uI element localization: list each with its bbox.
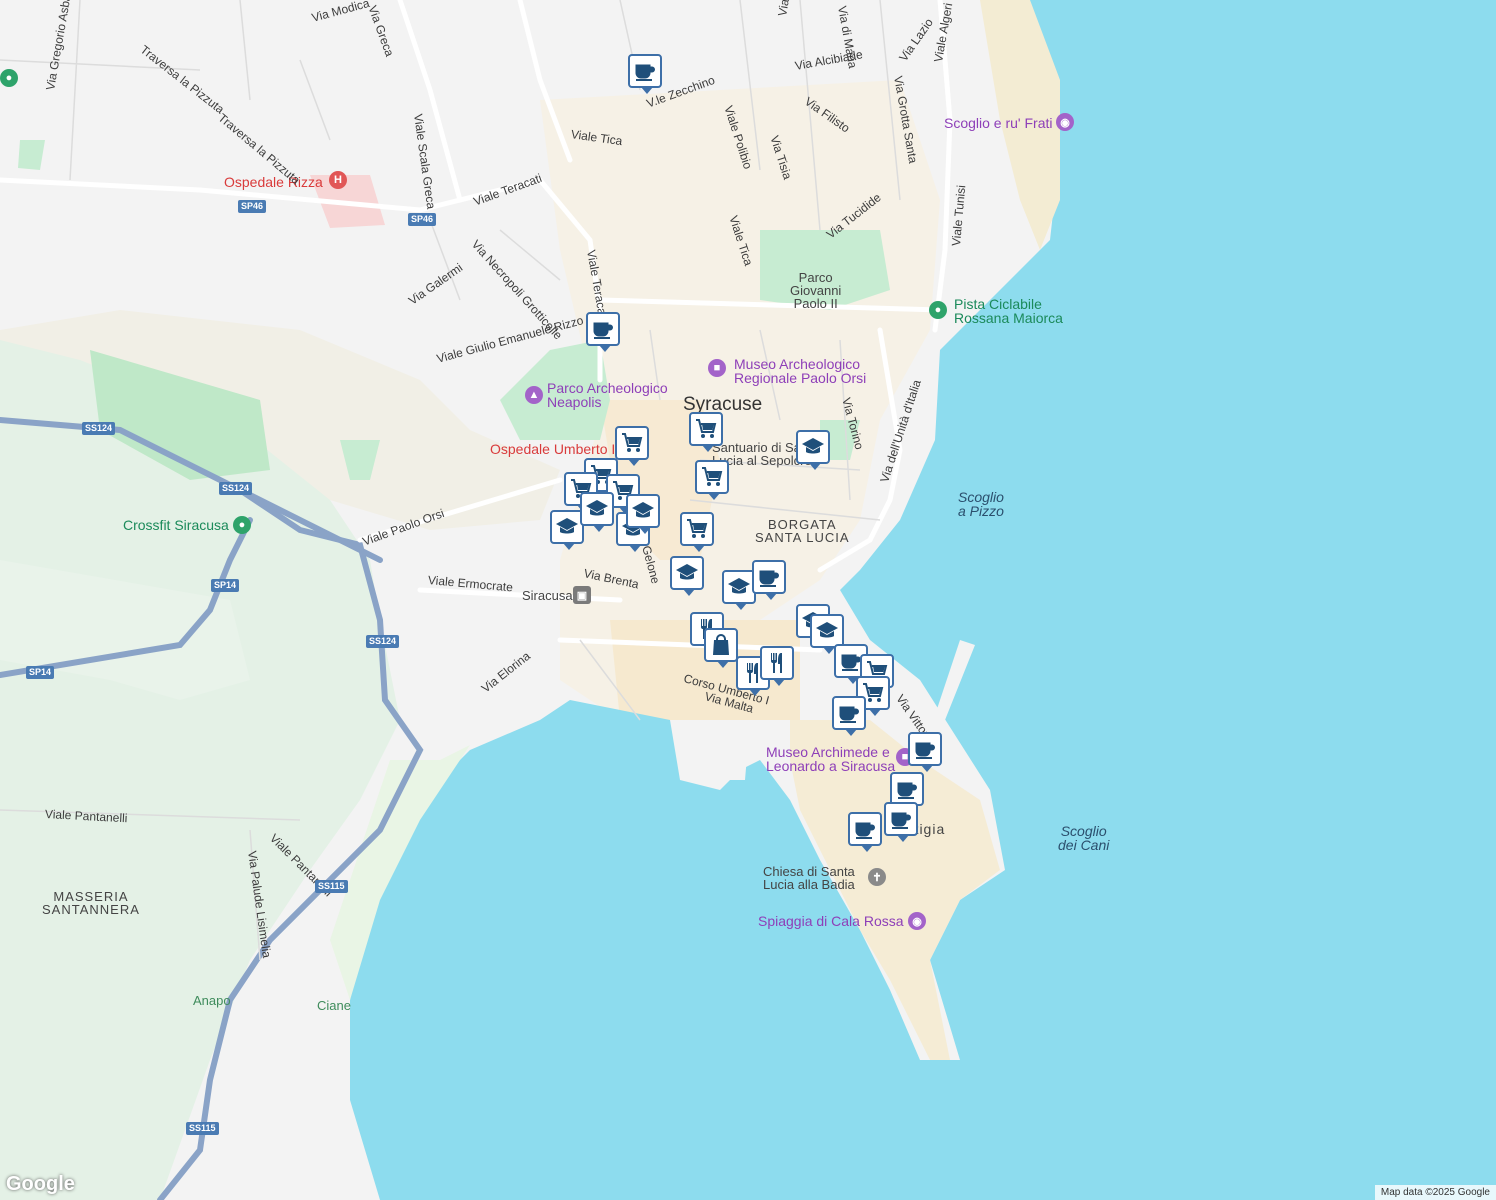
chiesa-label: Chiesa di Santa Lucia alla Badia — [763, 865, 855, 891]
museum-icon: ■ — [708, 359, 726, 377]
camera-icon: ◉ — [1056, 113, 1074, 131]
parco-neapolis-label: Parco Archeologico Neapolis — [547, 381, 668, 409]
parco-gp-line: Paolo II — [793, 296, 838, 311]
cafe-icon — [837, 701, 861, 725]
road-shield: SS115 — [315, 880, 348, 893]
school-icon — [801, 435, 825, 459]
cafe-icon — [913, 737, 937, 761]
cart-icon — [694, 417, 718, 441]
map-marker-cafe[interactable] — [832, 696, 866, 736]
school-icon — [675, 561, 699, 585]
scoglio-cani-line: dei Cani — [1058, 837, 1110, 853]
map-marker-school[interactable] — [670, 556, 704, 596]
pista-ciclabile-label: Pista Ciclabile Rossana Maiorca — [954, 297, 1063, 325]
cart-icon — [700, 465, 724, 489]
scoglio-pizzo-label: Scoglio a Pizzo — [958, 490, 1004, 518]
pista-line: Rossana Maiorca — [954, 310, 1063, 326]
school-icon — [727, 575, 751, 599]
cafe-icon — [895, 777, 919, 801]
masseria-line: SANTANNERA — [42, 902, 140, 917]
museo-orsi-label: Museo Archeologico Regionale Paolo Orsi — [734, 357, 866, 385]
ospedale-umberto-label: Ospedale Umberto I — [490, 441, 616, 457]
cart-icon — [685, 517, 709, 541]
cafe-icon — [633, 59, 657, 83]
map-marker-school[interactable] — [810, 614, 844, 654]
museo-orsi-line: Museo Archeologico — [734, 356, 861, 372]
train-icon: ▣ — [573, 586, 591, 604]
road-shield: SS124 — [82, 422, 116, 435]
map-marker-cafe[interactable] — [752, 560, 786, 600]
scoglio-pizzo-line: a Pizzo — [958, 503, 1004, 519]
cafe-icon — [889, 807, 913, 831]
road-shield: SS124 — [366, 635, 400, 648]
map-marker-cafe[interactable] — [848, 812, 882, 852]
shopping-bag-icon — [709, 633, 733, 657]
scoglio-frati-label: Scoglio e ru' Frati — [944, 115, 1053, 131]
chiesa-line: Lucia alla Badia — [763, 877, 855, 892]
map-marker-cafe[interactable] — [586, 312, 620, 352]
gym-icon: ● — [233, 516, 251, 534]
map-marker-cafe[interactable] — [628, 54, 662, 94]
road-shield: SP14 — [211, 579, 240, 592]
google-logo: Google — [6, 1173, 75, 1195]
map-marker-school[interactable] — [722, 570, 756, 610]
map-marker-restaurant[interactable] — [760, 646, 794, 686]
camera-icon: ◉ — [908, 912, 926, 930]
scoglio-cani-line: Scoglio — [1060, 823, 1107, 839]
road-shield: SS124 — [219, 482, 253, 495]
church-icon: ✝ — [868, 868, 886, 886]
map-marker-school[interactable] — [796, 430, 830, 470]
parco-gp-label: Parco Giovanni Paolo II — [790, 271, 841, 310]
district-label: BORGATA SANTA LUCIA — [755, 518, 850, 544]
cafe-icon — [591, 317, 615, 341]
park-icon: ● — [0, 69, 18, 87]
museo-orsi-line: Regionale Paolo Orsi — [734, 370, 867, 386]
map-marker-cart[interactable] — [689, 412, 723, 452]
crossfit-label: Crossfit Siracusa — [123, 517, 229, 533]
road-shield: SP46 — [408, 213, 437, 226]
map-marker-cafe[interactable] — [884, 802, 918, 842]
road-shield: SP14 — [26, 666, 55, 679]
ospedale-rizza-label: Ospedale Rizza — [224, 174, 323, 190]
map-marker-cafe[interactable] — [890, 772, 924, 812]
parco-neapolis-line: Neapolis — [547, 394, 602, 410]
district-line: SANTA LUCIA — [755, 530, 850, 545]
map-marker-shopping-bag[interactable] — [704, 628, 738, 668]
map-marker-school[interactable] — [550, 510, 584, 550]
museo-archimede-label: Museo Archimede e Leonardo a Siracusa — [766, 745, 895, 773]
parco-neapolis-line: Parco Archeologico — [547, 380, 668, 396]
ciane-label: Ciane — [317, 998, 351, 1013]
hospital-icon: H — [329, 171, 347, 189]
road-shield: SS115 — [186, 1122, 219, 1135]
map-marker-school[interactable] — [626, 494, 660, 534]
map-attribution[interactable]: Map data ©2025 Google — [1374, 1185, 1496, 1200]
map-marker-school[interactable] — [580, 492, 614, 532]
school-icon — [631, 499, 655, 523]
museo-archimede-line: Museo Archimede e — [766, 744, 890, 760]
school-icon — [555, 515, 579, 539]
map-marker-cafe[interactable] — [908, 732, 942, 772]
anapo-label: Anapo — [193, 993, 231, 1008]
scoglio-pizzo-line: Scoglio — [958, 489, 1004, 505]
school-icon — [585, 497, 609, 521]
spiaggia-label: Spiaggia di Cala Rossa — [758, 913, 904, 929]
masseria-label: MASSERIA SANTANNERA — [42, 890, 140, 916]
park-icon: ● — [929, 301, 947, 319]
scoglio-cani-label: Scoglio dei Cani — [1058, 824, 1109, 852]
siracusa-station-label: Siracusa — [522, 588, 573, 603]
school-icon — [815, 619, 839, 643]
pista-line: Pista Ciclabile — [954, 296, 1042, 312]
cart-icon — [620, 431, 644, 455]
road-shield: SP46 — [238, 200, 267, 213]
cafe-icon — [853, 817, 877, 841]
map-marker-cart[interactable] — [680, 512, 714, 552]
cafe-icon — [757, 565, 781, 589]
map-marker-cart[interactable] — [695, 460, 729, 500]
map-marker-cart[interactable] — [615, 426, 649, 466]
monument-icon: ▲ — [525, 386, 543, 404]
museo-archimede-line: Leonardo a Siracusa — [766, 758, 896, 774]
restaurant-icon — [765, 651, 789, 675]
